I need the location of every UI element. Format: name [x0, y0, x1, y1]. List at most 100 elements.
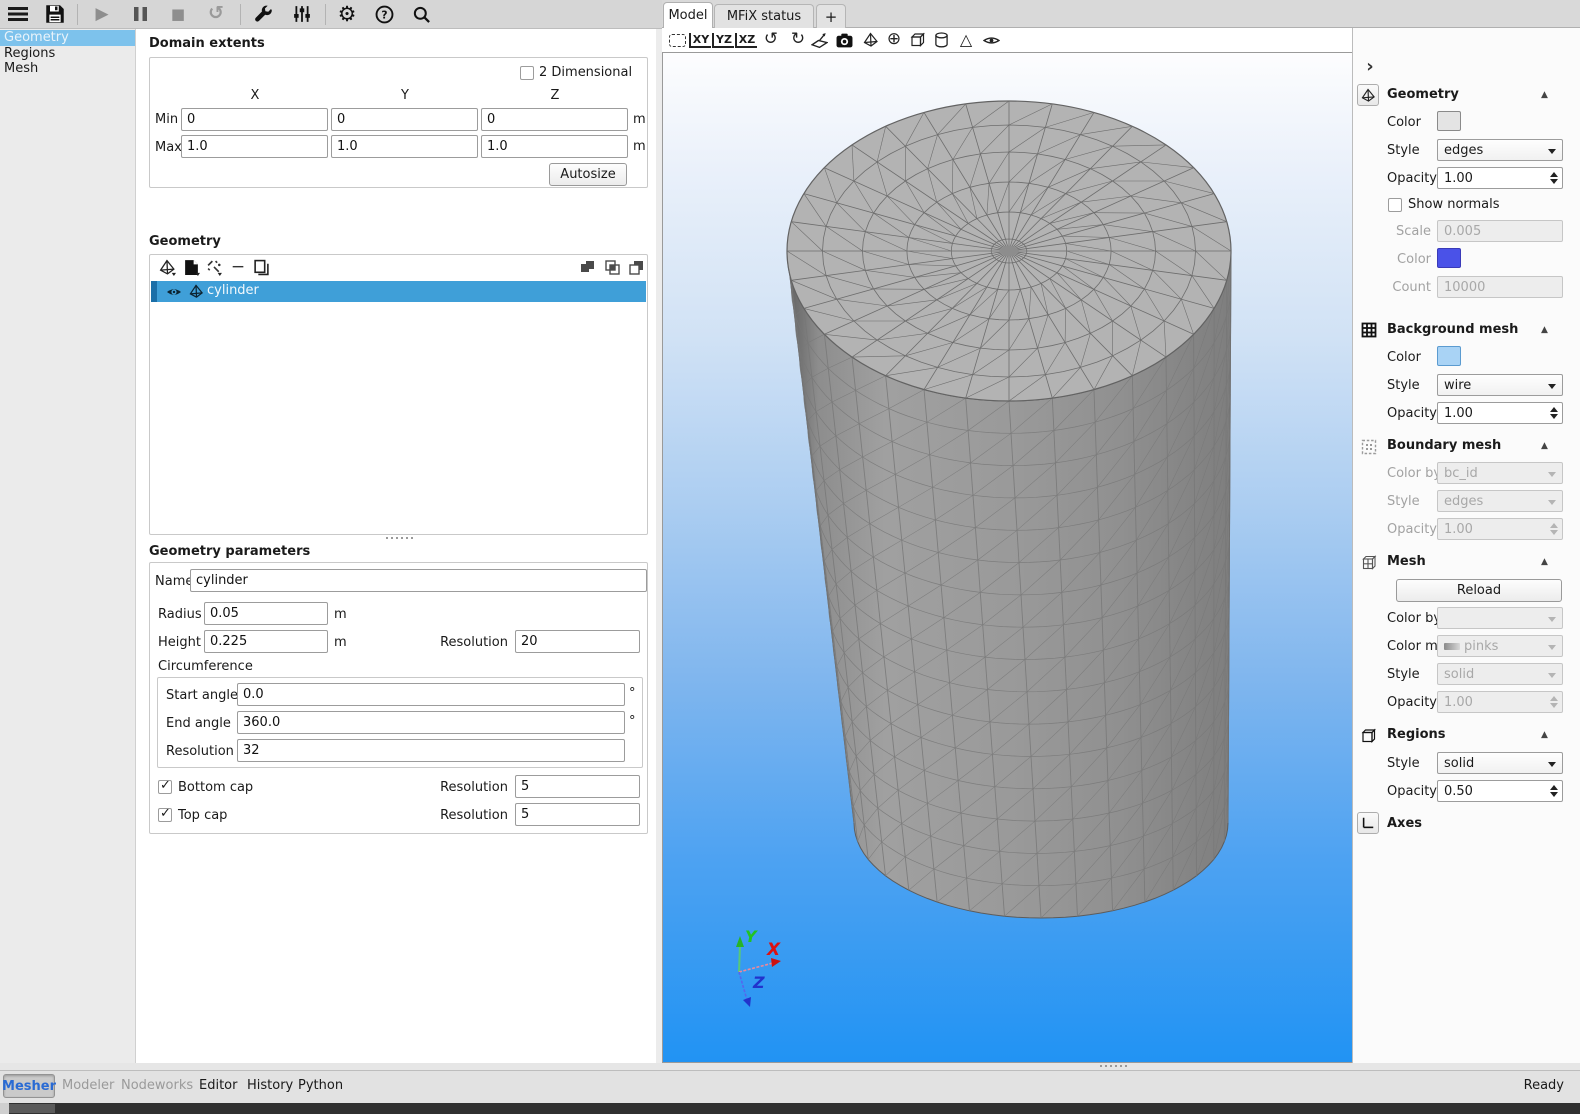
xmax-input[interactable] — [181, 135, 328, 158]
spin-up-icon[interactable] — [1550, 785, 1558, 790]
end-angle-input[interactable] — [237, 711, 625, 734]
toggle-sphere-button[interactable]: ⊕ — [884, 28, 904, 50]
yz-view-button[interactable]: YZ — [713, 30, 733, 50]
toggle-cylinder-button[interactable] — [931, 30, 951, 50]
screenshot-button[interactable] — [834, 30, 854, 50]
mode-history-button[interactable]: History — [247, 1078, 293, 1093]
start-angle-input[interactable] — [237, 683, 625, 706]
top-cap-resolution-input[interactable] — [515, 803, 640, 826]
tab-model[interactable]: Model — [663, 2, 713, 28]
collapse-panel-button[interactable]: › — [1360, 56, 1380, 76]
sidebar-item-geometry[interactable]: Geometry — [0, 30, 135, 46]
xmin-input[interactable] — [181, 108, 328, 131]
viewport-3d[interactable]: Y X Z — [662, 52, 1352, 1063]
save-button[interactable] — [43, 2, 67, 26]
spin-down-icon[interactable] — [1550, 414, 1558, 419]
mode-nodeworks-button[interactable]: Nodeworks — [121, 1078, 193, 1093]
background-opacity-spinbox[interactable]: 1.00 — [1437, 402, 1563, 424]
reset-view-button[interactable] — [667, 31, 687, 49]
mode-python-button[interactable]: Python — [298, 1078, 343, 1093]
top-cap-checkbox[interactable] — [158, 808, 172, 822]
add-stl-file-button[interactable] — [180, 256, 202, 278]
console-splitter[interactable] — [0, 1063, 1580, 1070]
toggle-cone-button[interactable]: △ — [956, 28, 976, 50]
remove-geometry-button[interactable]: − — [228, 256, 248, 278]
collapse-mesh-arrow[interactable]: ▲ — [1541, 557, 1548, 567]
collapse-regions-arrow[interactable]: ▲ — [1541, 730, 1548, 740]
reload-mesh-button[interactable]: Reload — [1396, 579, 1562, 602]
copy-geometry-button[interactable] — [250, 256, 272, 278]
stop-button[interactable]: ■ — [166, 2, 190, 26]
collapse-background-arrow[interactable]: ▲ — [1541, 325, 1548, 335]
mode-editor-button[interactable]: Editor — [199, 1078, 237, 1093]
spin-down-icon[interactable] — [1550, 179, 1558, 184]
parameters-button[interactable] — [290, 2, 314, 26]
radius-input[interactable] — [204, 602, 328, 625]
rotate-left-button[interactable]: ↺ — [761, 28, 781, 50]
bottom-cap-resolution-input[interactable] — [515, 775, 640, 798]
spin-up-icon[interactable] — [1550, 407, 1558, 412]
sidebar-item-mesh[interactable]: Mesh — [0, 61, 135, 77]
settings-button[interactable]: ⚙ — [334, 0, 360, 27]
show-normals-checkbox[interactable] — [1388, 198, 1402, 212]
boolean-difference-button[interactable] — [626, 257, 646, 277]
geometry-style-select[interactable]: edges — [1437, 139, 1563, 161]
height-resolution-input[interactable] — [515, 630, 640, 653]
collapse-boundary-arrow[interactable]: ▲ — [1541, 441, 1548, 451]
autosize-button[interactable]: Autosize — [549, 163, 627, 186]
help-button[interactable]: ? — [372, 2, 396, 26]
name-input[interactable] — [190, 569, 647, 592]
console-splitter-handle[interactable] — [1100, 1065, 1130, 1067]
bottom-scrollbar-handle[interactable] — [9, 1104, 55, 1113]
mesh-toggle[interactable] — [1360, 554, 1378, 572]
height-input[interactable] — [204, 630, 328, 653]
regions-opacity-spinbox[interactable]: 0.50 — [1437, 780, 1563, 802]
zmin-input[interactable] — [481, 108, 628, 131]
tab-mfix-status[interactable]: MFiX status — [714, 4, 814, 28]
geometry-opacity-spinbox[interactable]: 1.00 — [1437, 167, 1563, 189]
reset-button[interactable]: ↺ — [204, 1, 228, 25]
regions-toggle[interactable] — [1360, 727, 1378, 745]
ymin-input[interactable] — [331, 108, 478, 131]
background-color-swatch[interactable] — [1437, 346, 1461, 366]
circ-resolution-input[interactable] — [237, 739, 625, 762]
spin-up-icon[interactable] — [1550, 172, 1558, 177]
zmax-input[interactable] — [481, 135, 628, 158]
bottom-cap-checkbox[interactable] — [158, 780, 172, 794]
toggle-geometry-button[interactable] — [861, 30, 881, 50]
geometry-list-row-cylinder[interactable]: cylinder — [151, 281, 646, 302]
add-geometry-button[interactable] — [156, 256, 178, 278]
mode-modeler-button[interactable]: Modeler — [62, 1078, 114, 1093]
toggle-visible-button[interactable] — [981, 30, 1001, 50]
menu-button[interactable] — [6, 2, 30, 26]
pause-button[interactable] — [128, 2, 152, 26]
boundary-mesh-toggle[interactable] — [1360, 438, 1378, 456]
geometry-color-swatch[interactable] — [1437, 111, 1461, 131]
spin-down-icon[interactable] — [1550, 792, 1558, 797]
pane-splitter-handle[interactable] — [386, 537, 414, 539]
regions-opacity-value: 0.50 — [1444, 784, 1473, 799]
tab-add[interactable]: + — [816, 4, 846, 28]
rotate-right-button[interactable]: ↻ — [788, 28, 808, 50]
regions-style-select[interactable]: solid — [1437, 752, 1563, 774]
boolean-union-button[interactable] — [578, 257, 598, 277]
collapse-geometry-arrow[interactable]: ▲ — [1541, 90, 1548, 100]
two-dimensional-checkbox[interactable] — [520, 66, 534, 80]
build-button[interactable] — [251, 2, 275, 26]
sidebar-item-regions[interactable]: Regions — [0, 46, 135, 62]
mode-mesher-button[interactable]: Mesher — [3, 1074, 55, 1098]
toggle-cube-button[interactable] — [908, 30, 928, 50]
xz-view-button[interactable]: XZ — [736, 30, 756, 50]
axes-visibility-toggle[interactable] — [1357, 812, 1379, 834]
perspective-button[interactable] — [809, 30, 829, 50]
geometry-visibility-toggle[interactable] — [1357, 84, 1379, 106]
ymax-input[interactable] — [331, 135, 478, 158]
add-procedural-button[interactable] — [203, 256, 225, 278]
search-button[interactable] — [409, 2, 433, 26]
boolean-intersect-button[interactable] — [602, 257, 622, 277]
xy-view-button[interactable]: XY — [690, 30, 710, 50]
visibility-eye-icon[interactable] — [165, 283, 182, 300]
run-button[interactable]: ▶ — [90, 2, 114, 26]
background-style-select[interactable]: wire — [1437, 374, 1563, 396]
background-mesh-toggle[interactable] — [1360, 321, 1378, 339]
